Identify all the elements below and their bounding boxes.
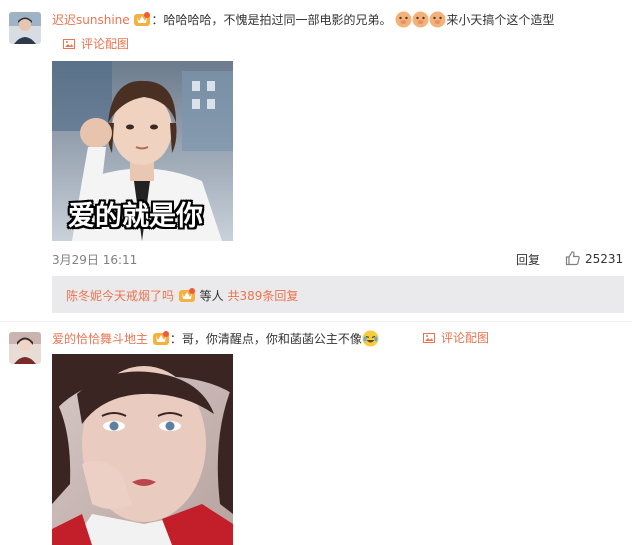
vip-crown-icon xyxy=(134,12,151,26)
comment-photo[interactable] xyxy=(52,354,233,545)
colon: ： xyxy=(151,13,164,27)
comment-text-tail: 来小天搞个这个造型 xyxy=(446,13,555,27)
comment-pic-link[interactable]: 评论配图 xyxy=(423,330,489,346)
image-caption: 爱的就是你 xyxy=(68,201,203,232)
username-link[interactable]: 迟迟sunshine xyxy=(52,13,130,27)
sub-reply-total-link[interactable]: 共389条回复 xyxy=(228,289,299,303)
sub-reply-middle: 等人 xyxy=(199,289,224,303)
colon: ： xyxy=(169,332,182,346)
picture-icon xyxy=(63,37,75,49)
comment-pic-link[interactable]: 评论配图 xyxy=(63,36,129,52)
thumbs-up-icon xyxy=(565,251,580,266)
comment-text: 哥，你清醒点，你和菡菡公主不像 xyxy=(181,332,362,346)
sub-reply-user[interactable]: 陈冬妮今天戒烟了吗 xyxy=(66,289,174,303)
comment-item: 爱的恰恰舞斗地主 ：哥，你清醒点，你和菡菡公主不像 评论配图 xyxy=(0,322,632,545)
comment-photo[interactable]: 爱的就是你 xyxy=(52,61,233,241)
vip-crown-icon xyxy=(152,331,169,345)
comment-line: 迟迟sunshine ：哈哈哈哈，不愧是拍过同一部电影的兄弟。 来小天搞个这个造… xyxy=(52,11,554,28)
doge-icon xyxy=(429,11,446,28)
laugh-cry-icon xyxy=(362,330,379,347)
username-link[interactable]: 爱的恰恰舞斗地主 xyxy=(52,332,148,346)
comment-line: 爱的恰恰舞斗地主 ：哥，你清醒点，你和菡菡公主不像 xyxy=(52,330,379,347)
comment-text: 哈哈哈哈，不愧是拍过同一部电影的兄弟。 xyxy=(163,13,392,27)
picture-icon xyxy=(423,331,435,343)
like-button[interactable]: 25231 xyxy=(565,250,623,266)
avatar[interactable] xyxy=(9,12,41,44)
comment-item: 迟迟sunshine ：哈哈哈哈，不愧是拍过同一部电影的兄弟。 来小天搞个这个造… xyxy=(0,0,632,313)
sub-reply-box: 陈冬妮今天戒烟了吗 等人 共389条回复 xyxy=(52,276,624,313)
doge-icon xyxy=(395,11,412,28)
like-count: 25231 xyxy=(585,252,624,266)
avatar[interactable] xyxy=(9,332,41,364)
vip-crown-icon xyxy=(178,288,195,302)
comment-timestamp: 3月29日 16:11 xyxy=(52,253,138,267)
reply-button[interactable]: 回复 xyxy=(516,251,540,268)
doge-icon xyxy=(412,11,429,28)
